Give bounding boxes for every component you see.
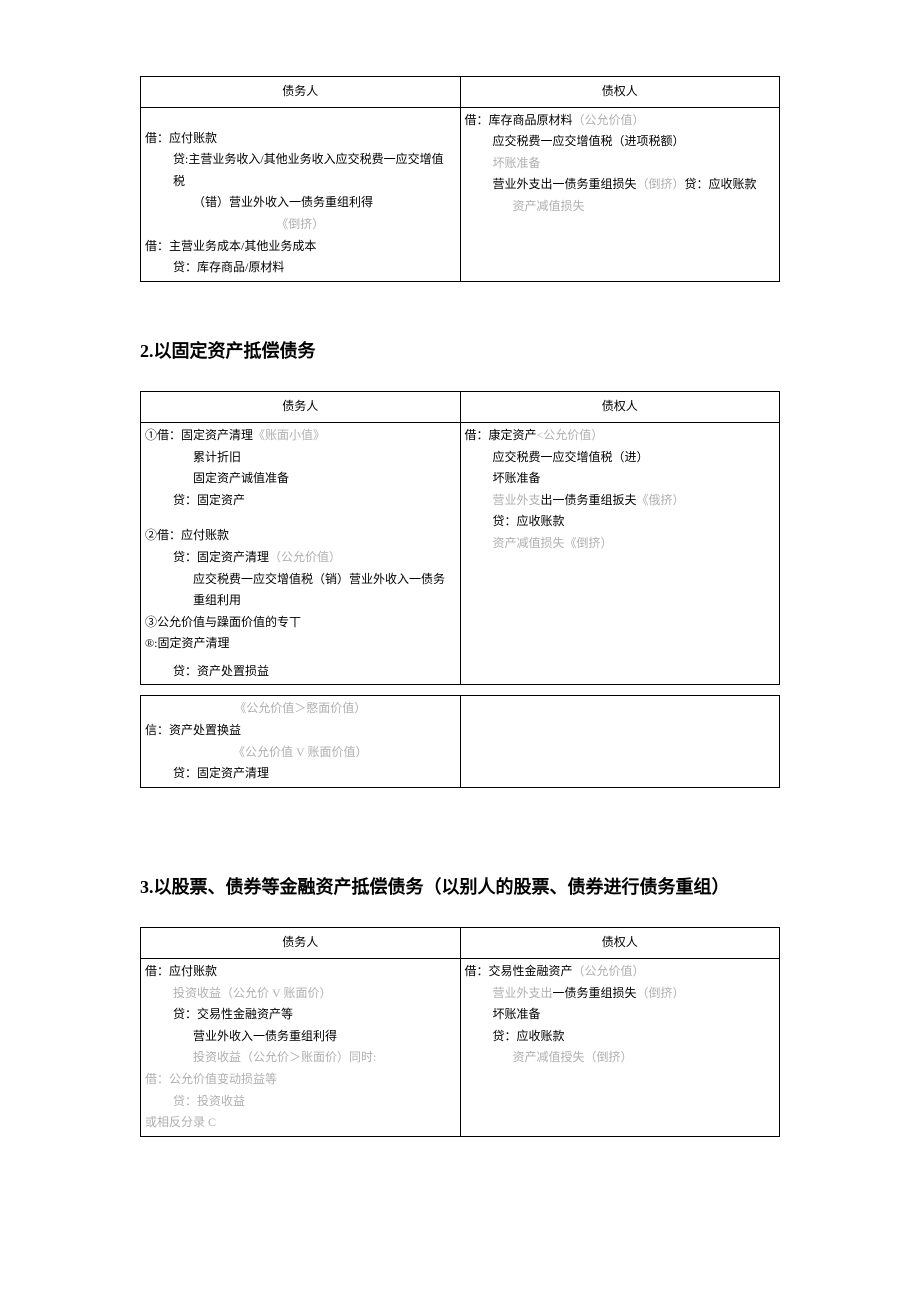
t3-r4: 贷：应收账款 bbox=[465, 1026, 776, 1048]
t2-left-cell: ①借：固定资产清理《账面小值》 累计折旧 固定资产诚值准备 贷：固定资产 ②借：… bbox=[141, 422, 461, 685]
t3-r3: 坏账准备 bbox=[465, 1004, 776, 1026]
t3-l2: 投资收益（公允价 V 账面价） bbox=[145, 983, 456, 1005]
t1-l1: 借：应付账款 bbox=[145, 128, 456, 150]
t2-r4b: 出一债务重组扳夫 bbox=[541, 493, 637, 507]
t2-r1m: <公允价值） bbox=[537, 428, 604, 442]
t2-l4: 贷：固定资产 bbox=[145, 490, 456, 512]
t2-r4m: 《俄挤） bbox=[637, 493, 685, 507]
t2-l7: 应交税费一应交增值税（销）营业外收入一债务重组利用 bbox=[145, 569, 456, 612]
t1-r1: 借：库存商品原材料 bbox=[465, 113, 573, 127]
t1-l3: （错）营业外收入一债务重组利得 bbox=[145, 192, 456, 214]
t1-l4: 《倒挤） bbox=[145, 214, 456, 236]
table-inventory-debt: 债务人 债权人 借：应付账款 贷:主营业务收入/其他业务收入应交税费一应交增值税… bbox=[140, 76, 780, 282]
t2b-l4: 贷：固定资产清理 bbox=[145, 763, 456, 785]
t1-left-cell: 借：应付账款 贷:主营业务收入/其他业务收入应交税费一应交增值税 （错）营业外收… bbox=[141, 107, 461, 281]
heading-financial-asset: 3.以股票、债券等金融资产抵偿债务（以别人的股票、债券进行债务重组） bbox=[140, 868, 780, 908]
t1-l2: 贷:主营业务收入/其他业务收入应交税费一应交增值税 bbox=[145, 149, 456, 192]
heading-fixed-asset: 2.以固定资产抵偿债务 bbox=[140, 332, 780, 372]
t3-header-left: 债务人 bbox=[141, 928, 461, 959]
t2-l8: ③公允价值与躁面价值的专丅 bbox=[145, 612, 456, 634]
t2-l2: 累计折旧 bbox=[145, 447, 456, 469]
t3-right-cell: 借：交易性金融资产（公允价值） 营业外支出一债务重组损失（倒挤） 坏账准备 贷：… bbox=[460, 959, 780, 1137]
t2-l3: 固定资产诚值准备 bbox=[145, 468, 456, 490]
t2-l6a: 贷：固定资产清理 bbox=[145, 550, 269, 564]
t3-l3: 贷：交易性金融资产等 bbox=[145, 1004, 456, 1026]
t2-l1a: ①借：固定资产清理 bbox=[145, 428, 253, 442]
t3-r2b: 一债务重组损失 bbox=[553, 986, 637, 1000]
t1-l6: 贷：库存商品/原材料 bbox=[145, 257, 456, 279]
t3-r1m: （公允价值） bbox=[573, 964, 645, 978]
t3-l5: 投资收益（公允价＞账面价）同时: bbox=[145, 1047, 456, 1069]
t2-header-left: 债务人 bbox=[141, 392, 461, 423]
t2-header-right: 债权人 bbox=[460, 392, 780, 423]
t2-l9: ®:固定资产清理 bbox=[145, 633, 456, 655]
t2b-right-cell bbox=[460, 696, 780, 787]
t2-r6: 资产减值损失《倒挤） bbox=[465, 533, 776, 555]
t3-l6: 借：公允价值变动损益等 bbox=[145, 1069, 456, 1091]
t3-left-cell: 借：应付账款 投资收益（公允价 V 账面价） 贷：交易性金融资产等 营业外收入一… bbox=[141, 959, 461, 1137]
t3-l8: 或相反分录 C bbox=[145, 1112, 456, 1134]
t3-l7: 贷：投资收益 bbox=[145, 1091, 456, 1113]
t3-l1: 借：应付账款 bbox=[145, 961, 456, 983]
t1-r2: 应交税费一应交增值税（进项税额） bbox=[465, 131, 776, 153]
t2b-l3: 《公允价值 V 账面价值） bbox=[145, 742, 456, 764]
t1-l5: 借：主营业务成本/其他业务成本 bbox=[145, 236, 456, 258]
t2-l6m: （公允价值） bbox=[269, 550, 341, 564]
t2-l10: 贷：资产处置损益 bbox=[145, 661, 456, 683]
t2b-l1: 《公允价值＞愍面价值） bbox=[145, 698, 456, 720]
t3-l4: 营业外收入一债务重组利得 bbox=[145, 1026, 456, 1048]
t3-r1a: 借：交易性金融资产 bbox=[465, 964, 573, 978]
t2-r5: 贷：应收账款 bbox=[465, 511, 776, 533]
table-fixed-asset: 债务人 债权人 ①借：固定资产清理《账面小值》 累计折旧 固定资产诚值准备 贷：… bbox=[140, 391, 780, 685]
t2b-left-cell: 《公允价值＞愍面价值） 信：资产处置换益 《公允价值 V 账面价值） 贷：固定资… bbox=[141, 696, 461, 787]
t1-header-left: 债务人 bbox=[141, 77, 461, 108]
t2-right-cell: 借：康定资产<公允价值） 应交税费一应交增值税（进） 坏账准备 营业外支出一债务… bbox=[460, 422, 780, 685]
t1-right-cell: 借：库存商品原材料（公允价值） 应交税费一应交增值税（进项税额） 坏账准备 营业… bbox=[460, 107, 780, 281]
table-fixed-asset-sub: 《公允价值＞愍面价值） 信：资产处置换益 《公允价值 V 账面价值） 贷：固定资… bbox=[140, 695, 780, 787]
t3-r2a: 营业外支出 bbox=[465, 986, 553, 1000]
t2b-l2: 信：资产处置换益 bbox=[145, 720, 456, 742]
table-financial-asset: 债务人 债权人 借：应付账款 投资收益（公允价 V 账面价） 贷：交易性金融资产… bbox=[140, 927, 780, 1136]
t3-header-right: 债权人 bbox=[460, 928, 780, 959]
t1-r5: 资产减值损失 bbox=[465, 196, 776, 218]
t2-l5: ②借：应付账款 bbox=[145, 525, 456, 547]
t2-r2: 应交税费一应交增值税（进） bbox=[465, 447, 776, 469]
t3-r2m: （倒挤） bbox=[637, 986, 685, 1000]
t1-r4a: 营业外支出一债务重组损失 bbox=[465, 177, 637, 191]
t1-header-right: 债权人 bbox=[460, 77, 780, 108]
t1-r3: 坏账准备 bbox=[465, 153, 776, 175]
t2-r3: 坏账准备 bbox=[465, 468, 776, 490]
t1-r4b: 贷：应收账款 bbox=[685, 177, 757, 191]
t2-r1a: 借：康定资产 bbox=[465, 428, 537, 442]
t2-r4a: 营业外支 bbox=[465, 493, 541, 507]
t3-r5: 资产减值授失（倒挤） bbox=[465, 1047, 776, 1069]
t1-r4m: （倒挤） bbox=[637, 177, 685, 191]
t1-r1m: （公允价值） bbox=[573, 113, 645, 127]
t2-l1m: 《账面小值》 bbox=[253, 428, 325, 442]
